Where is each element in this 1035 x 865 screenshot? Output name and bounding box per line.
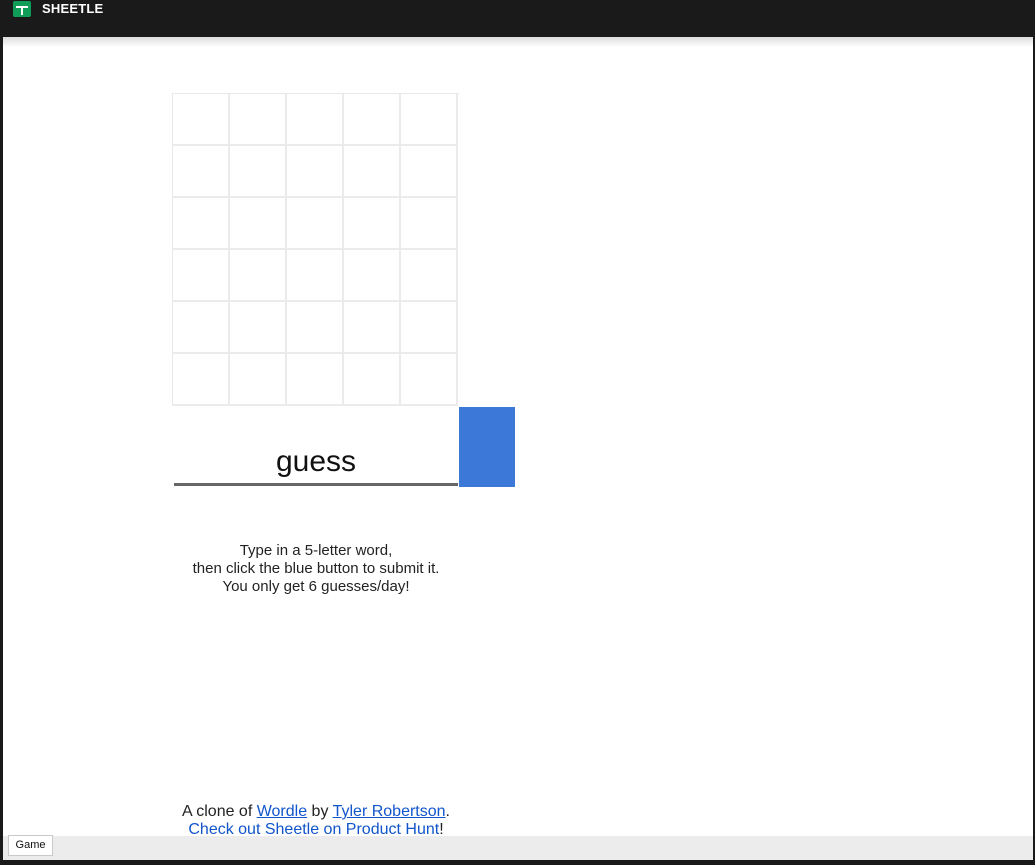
guess-grid bbox=[172, 93, 459, 406]
grid-cell bbox=[287, 354, 344, 406]
window-bottom-edge bbox=[0, 860, 1035, 865]
sheet-tab-bar bbox=[3, 836, 1033, 860]
grid-cell bbox=[230, 198, 287, 250]
credits: A clone of Wordle by Tyler Robertson. Ch… bbox=[130, 803, 502, 839]
grid-cell bbox=[287, 302, 344, 354]
guess-input[interactable] bbox=[174, 440, 458, 486]
grid-cell bbox=[401, 302, 458, 354]
instructions-line: then click the blue button to submit it. bbox=[192, 560, 440, 577]
wordle-link[interactable]: Wordle bbox=[257, 803, 307, 820]
grid-cell bbox=[287, 94, 344, 146]
grid-cell bbox=[287, 146, 344, 198]
grid-cell bbox=[287, 250, 344, 302]
sheet-tab-game[interactable]: Game bbox=[8, 835, 53, 856]
sheets-logo-icon bbox=[13, 1, 31, 17]
grid-cell bbox=[230, 94, 287, 146]
grid-cell bbox=[173, 94, 230, 146]
grid-cell bbox=[173, 250, 230, 302]
grid-cell bbox=[173, 198, 230, 250]
grid-cell bbox=[173, 146, 230, 198]
instructions: Type in a 5-letter word, then click the … bbox=[172, 542, 460, 596]
grid-cell bbox=[401, 198, 458, 250]
sheet-canvas bbox=[0, 37, 1035, 865]
title-bar: SHEETLE bbox=[0, 0, 1035, 37]
grid-cell bbox=[230, 302, 287, 354]
grid-cell bbox=[401, 94, 458, 146]
grid-cell bbox=[230, 354, 287, 406]
instructions-line: You only get 6 guesses/day! bbox=[222, 578, 410, 595]
grid-cell bbox=[344, 146, 401, 198]
grid-cell bbox=[401, 146, 458, 198]
grid-cell bbox=[173, 354, 230, 406]
grid-cell bbox=[401, 354, 458, 406]
grid-cell bbox=[344, 94, 401, 146]
grid-cell bbox=[344, 250, 401, 302]
grid-cell bbox=[344, 198, 401, 250]
credits-text: by bbox=[307, 803, 333, 820]
grid-cell bbox=[344, 354, 401, 406]
author-link[interactable]: Tyler Robertson bbox=[333, 803, 446, 820]
app-title: SHEETLE bbox=[42, 1, 104, 16]
instructions-line: Type in a 5-letter word, bbox=[239, 542, 393, 559]
grid-cell bbox=[173, 302, 230, 354]
grid-cell bbox=[230, 250, 287, 302]
grid-cell bbox=[230, 146, 287, 198]
credits-text: . bbox=[445, 803, 450, 820]
toolbar-shadow bbox=[3, 37, 1033, 47]
credits-text: A clone of bbox=[182, 803, 257, 820]
grid-cell bbox=[287, 198, 344, 250]
grid-cell bbox=[401, 250, 458, 302]
submit-button[interactable] bbox=[459, 407, 515, 487]
grid-cell bbox=[344, 302, 401, 354]
credits-line: A clone of Wordle by Tyler Robertson. bbox=[130, 803, 502, 821]
